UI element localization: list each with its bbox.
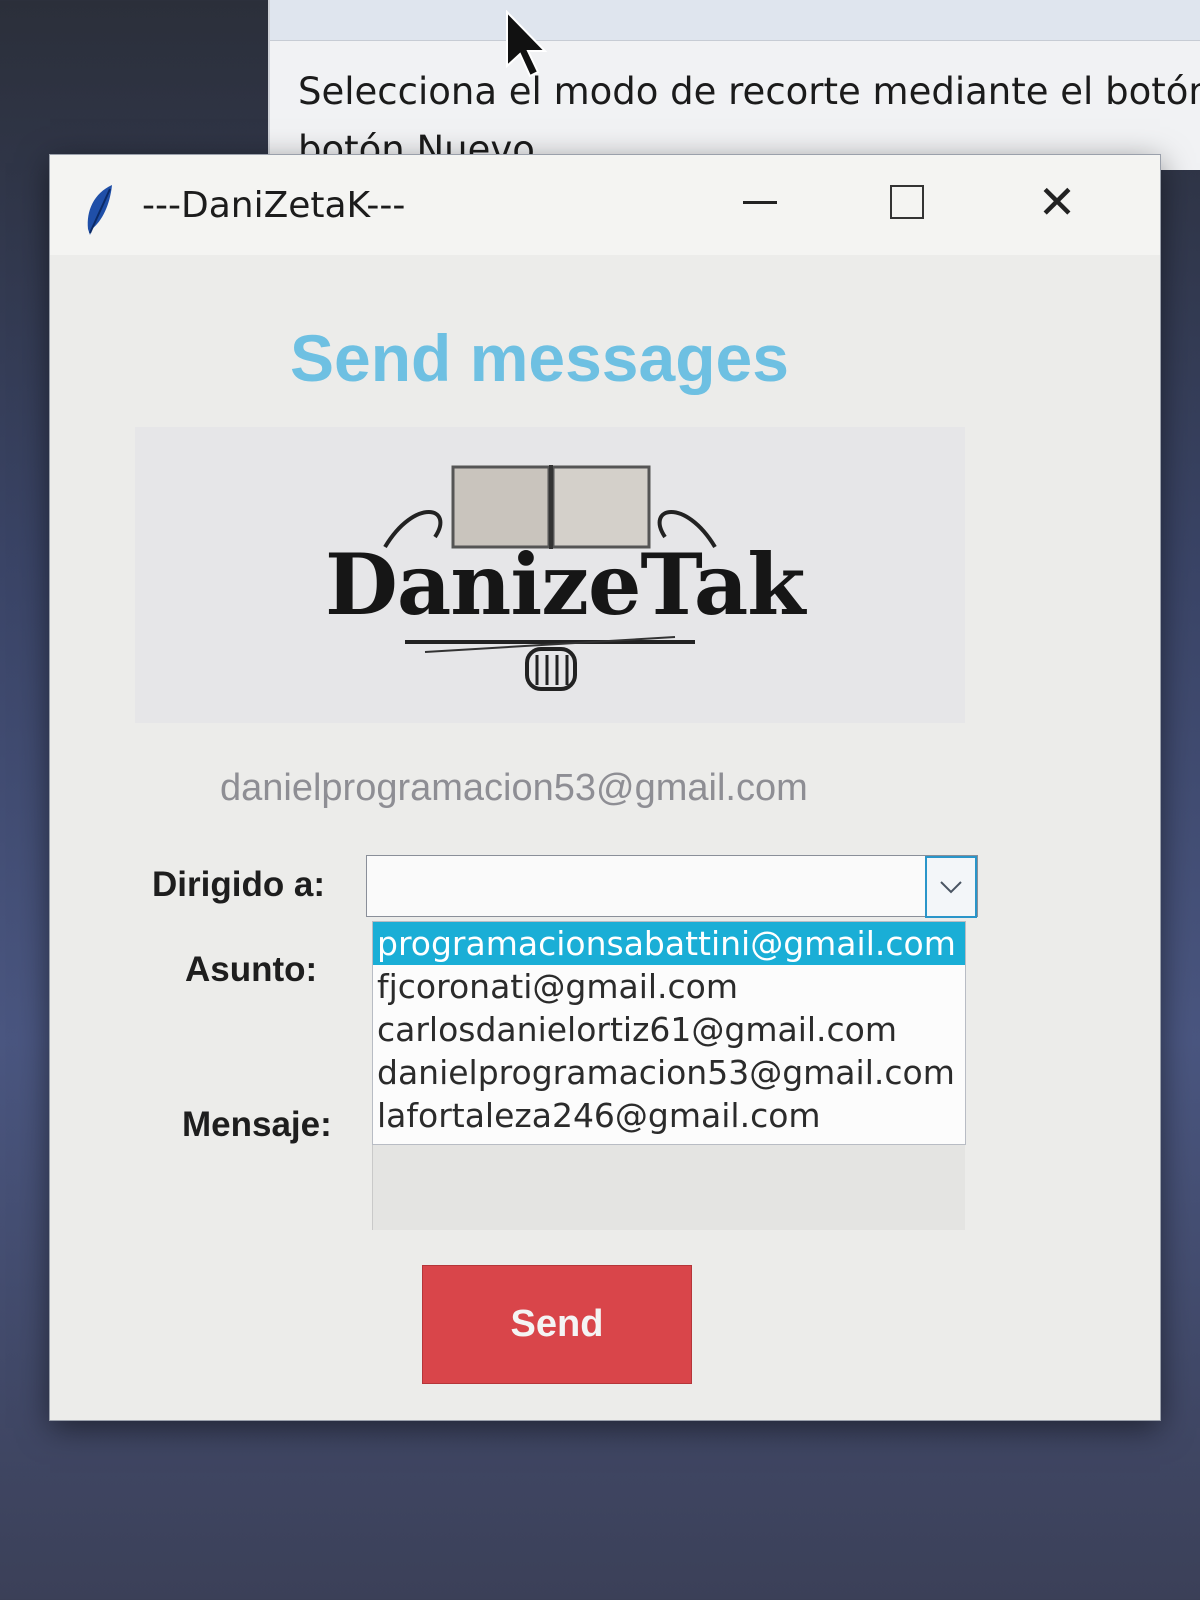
title-bar[interactable]: ---DaniZetaK--- ✕ bbox=[50, 155, 1160, 255]
recipient-dropdown-list: programacionsabattini@gmail.com fjcorona… bbox=[372, 921, 966, 1145]
dropdown-option[interactable]: lafortaleza246@gmail.com bbox=[373, 1094, 965, 1137]
background-window: Selecciona el modo de recorte mediante e… bbox=[268, 0, 1200, 171]
logo-text: DanizeTak bbox=[325, 535, 806, 634]
background-toolbar bbox=[270, 0, 1200, 41]
minimize-icon bbox=[743, 200, 777, 204]
mouse-cursor-icon bbox=[506, 10, 548, 78]
maximize-button[interactable] bbox=[872, 177, 942, 227]
dropdown-option[interactable]: carlosdanielortiz61@gmail.com bbox=[373, 1008, 965, 1051]
logo-image: DanizeTak bbox=[135, 427, 965, 723]
minimize-button[interactable] bbox=[725, 177, 795, 227]
send-button[interactable]: Send bbox=[422, 1265, 692, 1384]
window-title: ---DaniZetaK--- bbox=[142, 185, 406, 226]
app-window: ---DaniZetaK--- ✕ Send messages DanizeTa… bbox=[50, 155, 1160, 1420]
message-label: Mensaje: bbox=[182, 1105, 332, 1144]
dropdown-option[interactable]: fjcoronati@gmail.com bbox=[373, 965, 965, 1008]
dropdown-option[interactable]: danielprogramacion53@gmail.com bbox=[373, 1051, 965, 1094]
dropdown-button[interactable] bbox=[925, 856, 977, 918]
page-title: Send messages bbox=[290, 321, 789, 395]
chevron-down-icon bbox=[940, 881, 962, 894]
feather-icon bbox=[87, 185, 112, 235]
to-label: Dirigido a: bbox=[152, 865, 326, 904]
message-textarea[interactable] bbox=[372, 1145, 965, 1230]
subject-label: Asunto: bbox=[185, 950, 318, 989]
background-instruction-text: Selecciona el modo de recorte mediante e… bbox=[298, 70, 1200, 113]
recipient-combobox[interactable] bbox=[366, 855, 978, 918]
close-icon: ✕ bbox=[1037, 175, 1077, 229]
dropdown-option[interactable]: programacionsabattini@gmail.com bbox=[373, 922, 965, 965]
close-button[interactable]: ✕ bbox=[1022, 177, 1092, 227]
maximize-icon bbox=[890, 185, 924, 219]
sender-email: danielprogramacion53@gmail.com bbox=[220, 767, 808, 809]
